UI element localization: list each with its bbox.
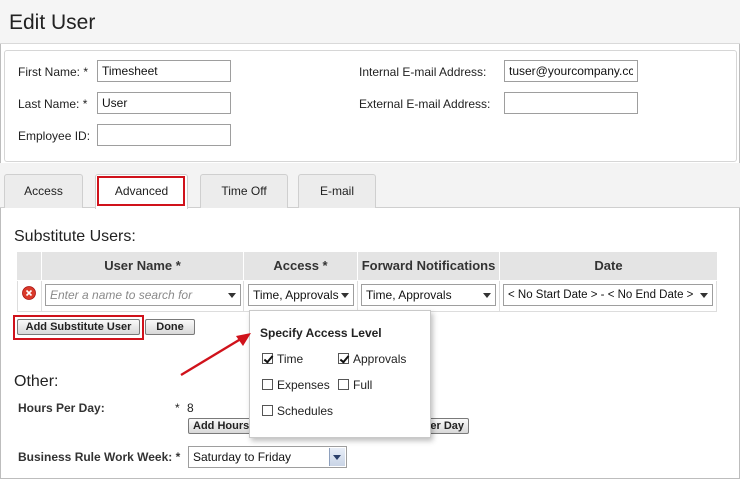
grid-header-access: Access * — [244, 252, 358, 280]
grid-header-date: Date — [500, 252, 717, 280]
add-substitute-highlight — [13, 315, 144, 340]
grid-header-user-name: User Name * — [42, 252, 244, 280]
employee-id-label: Employee ID: — [18, 129, 91, 143]
forward-notifications-select[interactable]: Time, Approvals — [361, 284, 496, 306]
chevron-down-icon — [483, 293, 491, 298]
page-header: Edit User — [0, 0, 740, 44]
date-range-select[interactable]: < No Start Date > - < No End Date > — [503, 284, 713, 306]
access-level-popup: Specify Access Level Time Approvals Expe… — [249, 310, 431, 438]
employee-id-field[interactable] — [97, 124, 231, 146]
tab-email[interactable]: E-mail — [298, 174, 376, 208]
checkbox-time[interactable] — [262, 353, 273, 364]
substitute-users-heading: Substitute Users: — [14, 228, 136, 245]
hours-per-day-label: Hours Per Day: — [18, 401, 105, 415]
annotation-arrow-icon — [180, 333, 251, 377]
checkbox-full[interactable] — [338, 379, 349, 390]
work-week-dropdown-button[interactable] — [329, 448, 345, 466]
checkbox-approvals-label: Approvals — [353, 352, 407, 366]
checkbox-approvals[interactable] — [338, 353, 349, 364]
add-hours-button[interactable]: Add Hours — [188, 418, 258, 434]
checkbox-expenses[interactable] — [262, 379, 273, 390]
access-select[interactable]: Time, Approvals — [248, 284, 354, 306]
grid-header-blank — [17, 252, 42, 280]
external-email-field[interactable] — [504, 92, 638, 114]
tab-access[interactable]: Access — [4, 174, 83, 208]
chevron-down-icon — [341, 293, 349, 298]
checkbox-time-label: Time — [277, 352, 304, 366]
popup-title: Specify Access Level — [260, 326, 382, 340]
chevron-down-icon — [228, 293, 236, 298]
advanced-tab-highlight — [97, 176, 185, 206]
work-week-select[interactable]: Saturday to Friday — [188, 446, 347, 468]
checkbox-schedules[interactable] — [262, 405, 273, 416]
external-email-label: External E-mail Address: — [359, 97, 491, 111]
first-name-field[interactable] — [97, 60, 231, 82]
chevron-down-icon — [333, 455, 341, 460]
checkbox-schedules-label: Schedules — [277, 404, 334, 418]
user-name-search-input[interactable]: Enter a name to search for — [45, 284, 241, 306]
work-week-label: Business Rule Work Week: * — [18, 450, 181, 464]
chevron-down-icon — [700, 293, 708, 298]
hours-required-mark: * — [175, 401, 180, 415]
other-heading: Other: — [14, 373, 59, 390]
internal-email-field[interactable] — [504, 60, 638, 82]
last-name-label: Last Name: * — [18, 97, 88, 111]
remove-row-icon[interactable] — [22, 286, 36, 300]
tab-time-off[interactable]: Time Off — [200, 174, 288, 208]
checkbox-full-label: Full — [353, 378, 373, 392]
page-title: Edit User — [9, 11, 96, 34]
first-name-label: First Name: * — [18, 65, 89, 79]
last-name-field[interactable] — [97, 92, 231, 114]
internal-email-label: Internal E-mail Address: — [359, 65, 487, 79]
hours-per-day-value: 8 — [187, 401, 194, 415]
grid-header-forward-notifications: Forward Notifications — [358, 252, 500, 280]
checkbox-expenses-label: Expenses — [277, 378, 330, 392]
